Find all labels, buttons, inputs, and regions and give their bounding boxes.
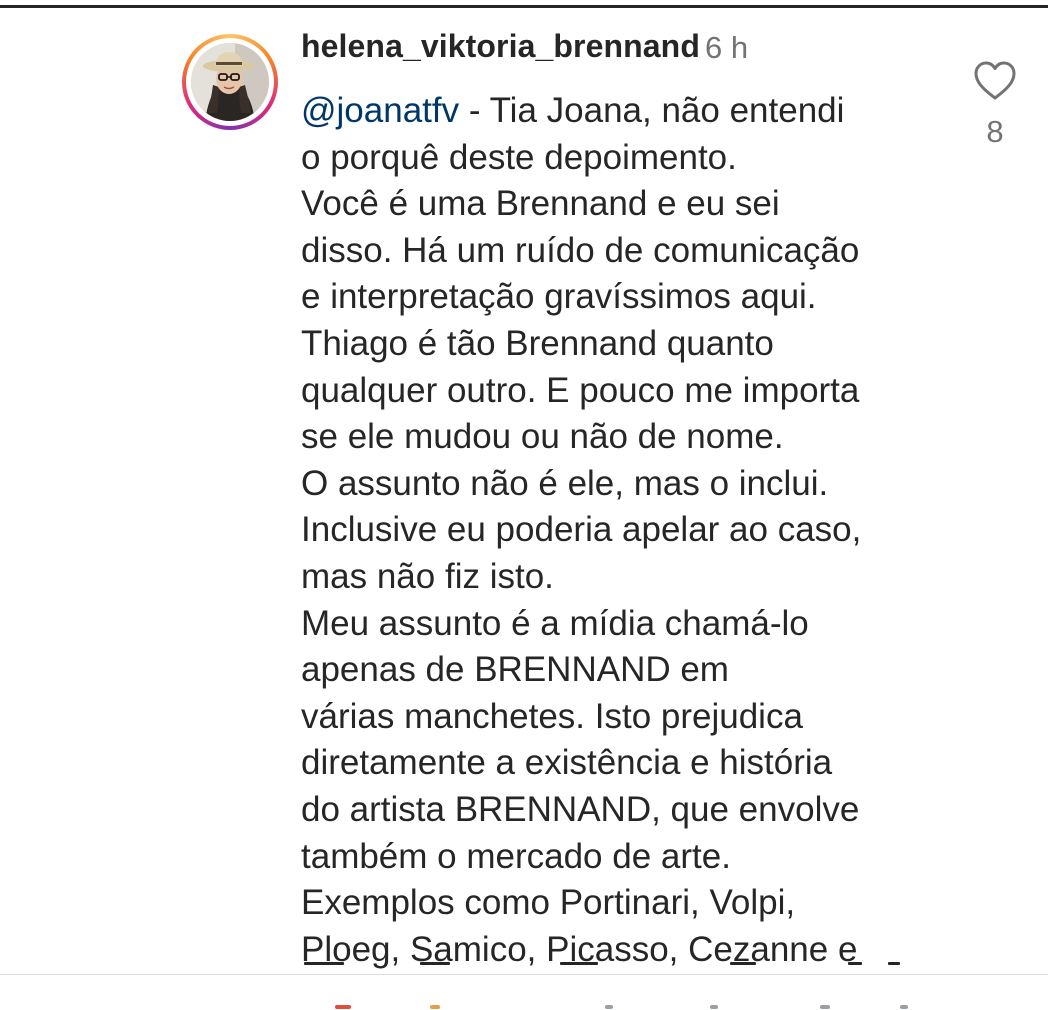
comment-line: O assunto não é ele, mas o inclui.: [301, 463, 829, 503]
comment-line: qualquer outro. E pouco me importa: [301, 370, 860, 410]
avatar-photo: [191, 43, 269, 121]
comment-line: Thiago é tão Brennand quanto: [301, 323, 774, 363]
comment-text: - Tia Joana, não entendi: [459, 91, 845, 130]
like-count: 8: [986, 114, 1004, 149]
comment-line: o porquê deste depoimento.: [301, 137, 737, 177]
comment-line: Meu assunto é a mídia chamá-lo: [301, 603, 809, 643]
mention-link[interactable]: @joanatfv: [301, 91, 459, 130]
comment-line: do artista BRENNAND, que envolve: [301, 789, 860, 829]
comment-line: se ele mudou ou não de nome.: [301, 417, 784, 457]
comment-line: Você é uma Brennand e eu sei: [301, 184, 780, 224]
truncated-text-line: [300, 962, 940, 970]
comment-line: várias manchetes. Isto prejudica: [301, 696, 803, 736]
comment-line: disso. Há um ruído de comunicação: [301, 230, 860, 270]
top-divider: [0, 0, 1048, 8]
comment-line: e interpretação gravíssimos aqui.: [301, 277, 817, 317]
comment-body: @joanatfv - Tia Joana, não entendi o por…: [301, 88, 941, 973]
avatar[interactable]: [182, 34, 278, 130]
comment-line: apenas de BRENNAND em: [301, 650, 729, 690]
comment-line: Exemplos como Portinari, Volpi,: [301, 883, 796, 923]
comment-line: diretamente a existência e história: [301, 743, 833, 783]
comment-line: mas não fiz isto.: [301, 556, 554, 596]
comment-line: também o mercado de arte.: [301, 836, 731, 876]
avatar-border: [186, 38, 274, 126]
comment-username[interactable]: helena_viktoria_brennand: [301, 28, 700, 65]
comment-line: @joanatfv - Tia Joana, não entendi: [301, 88, 941, 135]
comment-line: Inclusive eu poderia apelar ao caso,: [301, 510, 862, 550]
next-comment-preview: [0, 975, 1048, 1010]
heart-outline-icon[interactable]: [973, 60, 1017, 102]
comment-timestamp: 6 h: [705, 30, 749, 65]
